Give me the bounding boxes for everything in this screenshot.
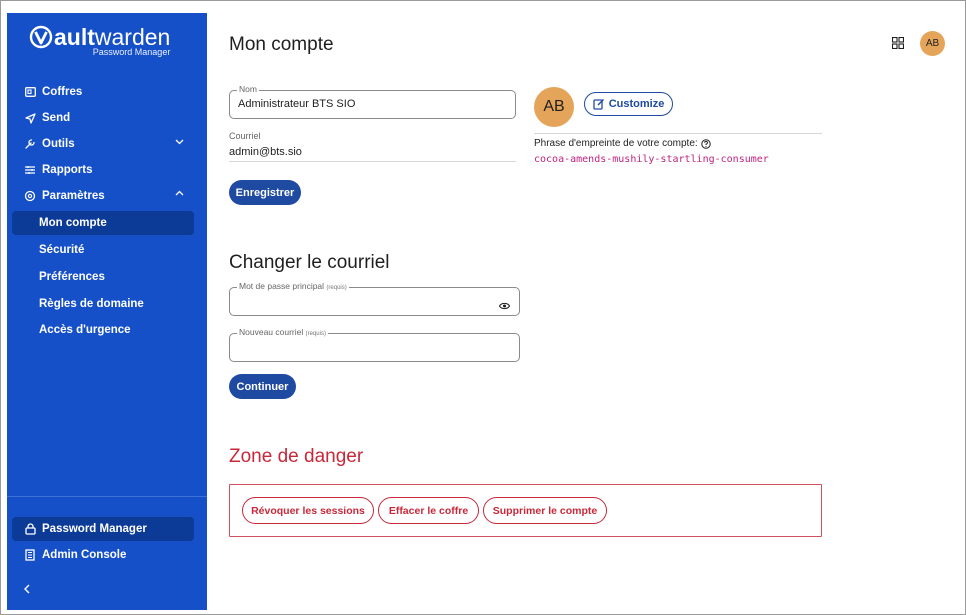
delete-account-button[interactable]: Supprimer le compte [483, 497, 607, 524]
brand-name-bold: ault [54, 24, 95, 50]
fingerprint-divider [534, 133, 822, 134]
brand-name-light: warden [94, 24, 171, 50]
sidebar-item-parametres[interactable]: Paramètres [12, 184, 194, 208]
sidebar-item-label: Rapports [42, 164, 93, 176]
vaultwarden-logo[interactable]: ault warden Password Manager [29, 25, 170, 57]
sidebar-item-label: Password Manager [42, 523, 147, 535]
required-tag: (requis) [305, 331, 326, 337]
sidebar-item-label: Paramètres [42, 190, 105, 202]
email-label: Courriel [229, 131, 261, 141]
master-password-label-text: Mot de passe principal [239, 281, 325, 291]
fingerprint-label-text: Phrase d'empreinte de votre compte: [534, 138, 698, 149]
shield-v-icon [29, 25, 53, 49]
sidebar-item-password-manager[interactable]: Password Manager [12, 517, 194, 541]
sidebar-item-label: Règles de domaine [39, 298, 144, 310]
sidebar-item-securite[interactable]: Sécurité [12, 238, 194, 262]
product-switcher-button[interactable] [891, 36, 905, 50]
revoke-sessions-button[interactable]: Révoquer les sessions [242, 497, 374, 524]
vault-icon [22, 87, 38, 97]
chevron-up-icon [175, 189, 184, 201]
sidebar-item-label: Mon compte [39, 217, 107, 229]
eye-icon [498, 302, 511, 310]
name-field-value: Administrateur BTS SIO [238, 98, 356, 110]
new-email-field[interactable]: Nouveau courriel (requis) [229, 327, 520, 362]
sidebar-item-acces-urgence[interactable]: Accès d'urgence [12, 318, 194, 342]
purge-vault-button[interactable]: Effacer le coffre [378, 497, 479, 524]
sidebar-item-admin-console[interactable]: Admin Console [12, 543, 194, 567]
continue-button[interactable]: Continuer [229, 374, 296, 399]
toggle-visibility-button[interactable] [498, 299, 511, 313]
sidebar-divider [7, 496, 207, 497]
new-email-label-text: Nouveau courriel [239, 327, 304, 337]
sidebar-item-label: Admin Console [42, 549, 127, 561]
avatar: AB [534, 87, 574, 127]
sidebar-item-mon-compte[interactable]: Mon compte [12, 211, 194, 235]
required-tag: (requis) [326, 285, 347, 291]
sidebar-item-label: Coffres [42, 86, 83, 98]
fingerprint-phrase: cocoa-amends-mushily-startling-consumer [534, 154, 769, 165]
gear-icon [22, 190, 38, 202]
fingerprint-label: Phrase d'empreinte de votre compte: [534, 138, 711, 149]
master-password-field[interactable]: Mot de passe principal (requis) [229, 281, 520, 316]
sidebar-item-outils[interactable]: Outils [12, 132, 194, 156]
building-icon [22, 549, 38, 561]
master-password-label: Mot de passe principal (requis) [237, 281, 349, 291]
name-field[interactable]: Nom Administrateur BTS SIO [229, 84, 516, 119]
email-divider [229, 161, 516, 162]
name-field-label: Nom [237, 84, 259, 94]
brand-subtitle: Password Manager [92, 47, 171, 57]
tools-icon [22, 138, 38, 150]
sidebar-item-preferences[interactable]: Préférences [12, 265, 194, 289]
sidebar-item-send[interactable]: Send [12, 106, 194, 130]
page-title: Mon compte [229, 34, 334, 55]
sidebar-item-label: Préférences [39, 271, 105, 283]
reports-icon [22, 165, 38, 175]
danger-zone-title: Zone de danger [229, 446, 364, 467]
lock-icon [22, 523, 38, 535]
grid-icon [891, 36, 905, 50]
customize-label: Customize [608, 98, 665, 110]
chevron-left-icon [24, 584, 30, 594]
sidebar-item-label: Outils [42, 138, 75, 150]
sidebar-item-coffres[interactable]: Coffres [12, 80, 194, 104]
sidebar-item-label: Send [42, 112, 71, 124]
sidebar-item-regles-domaine[interactable]: Règles de domaine [12, 292, 194, 316]
change-email-title: Changer le courriel [229, 252, 390, 273]
send-icon [22, 112, 38, 124]
sidebar-item-label: Sécurité [39, 244, 85, 256]
collapse-sidebar-button[interactable] [22, 583, 38, 599]
chevron-down-icon [175, 137, 184, 149]
new-email-label: Nouveau courriel (requis) [237, 327, 328, 337]
email-value: admin@bts.sio [229, 146, 302, 158]
account-avatar-button[interactable]: AB [920, 31, 945, 56]
sidebar-item-label: Accès d'urgence [39, 324, 131, 336]
help-icon[interactable] [700, 138, 711, 149]
save-button[interactable]: Enregistrer [229, 180, 301, 205]
edit-icon [593, 99, 604, 110]
sidebar-item-rapports[interactable]: Rapports [12, 158, 194, 182]
customize-avatar-button[interactable]: Customize [584, 92, 673, 116]
